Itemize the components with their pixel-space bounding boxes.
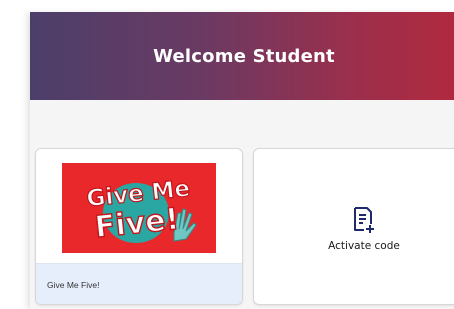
app-panel: Welcome Student Give Me Five! Give Me Fi… <box>30 12 454 309</box>
give-me-five-logo: Give Me Five! <box>62 163 216 253</box>
book-title-bar: Give Me Five! <box>36 263 242 304</box>
activate-code-label: Activate code <box>328 239 400 252</box>
welcome-header: Welcome Student <box>30 12 454 100</box>
book-cover-image[interactable]: Give Me Five! <box>62 163 216 253</box>
document-add-icon <box>351 206 377 234</box>
activate-code-card[interactable]: Activate code <box>253 148 454 305</box>
book-card-give-me-five[interactable]: Give Me Five! Give Me Five! <box>35 148 243 305</box>
book-title: Give Me Five! <box>47 279 100 290</box>
page-title: Welcome Student <box>153 45 335 67</box>
content-area: Give Me Five! Give Me Five! Activate cod… <box>30 100 454 309</box>
